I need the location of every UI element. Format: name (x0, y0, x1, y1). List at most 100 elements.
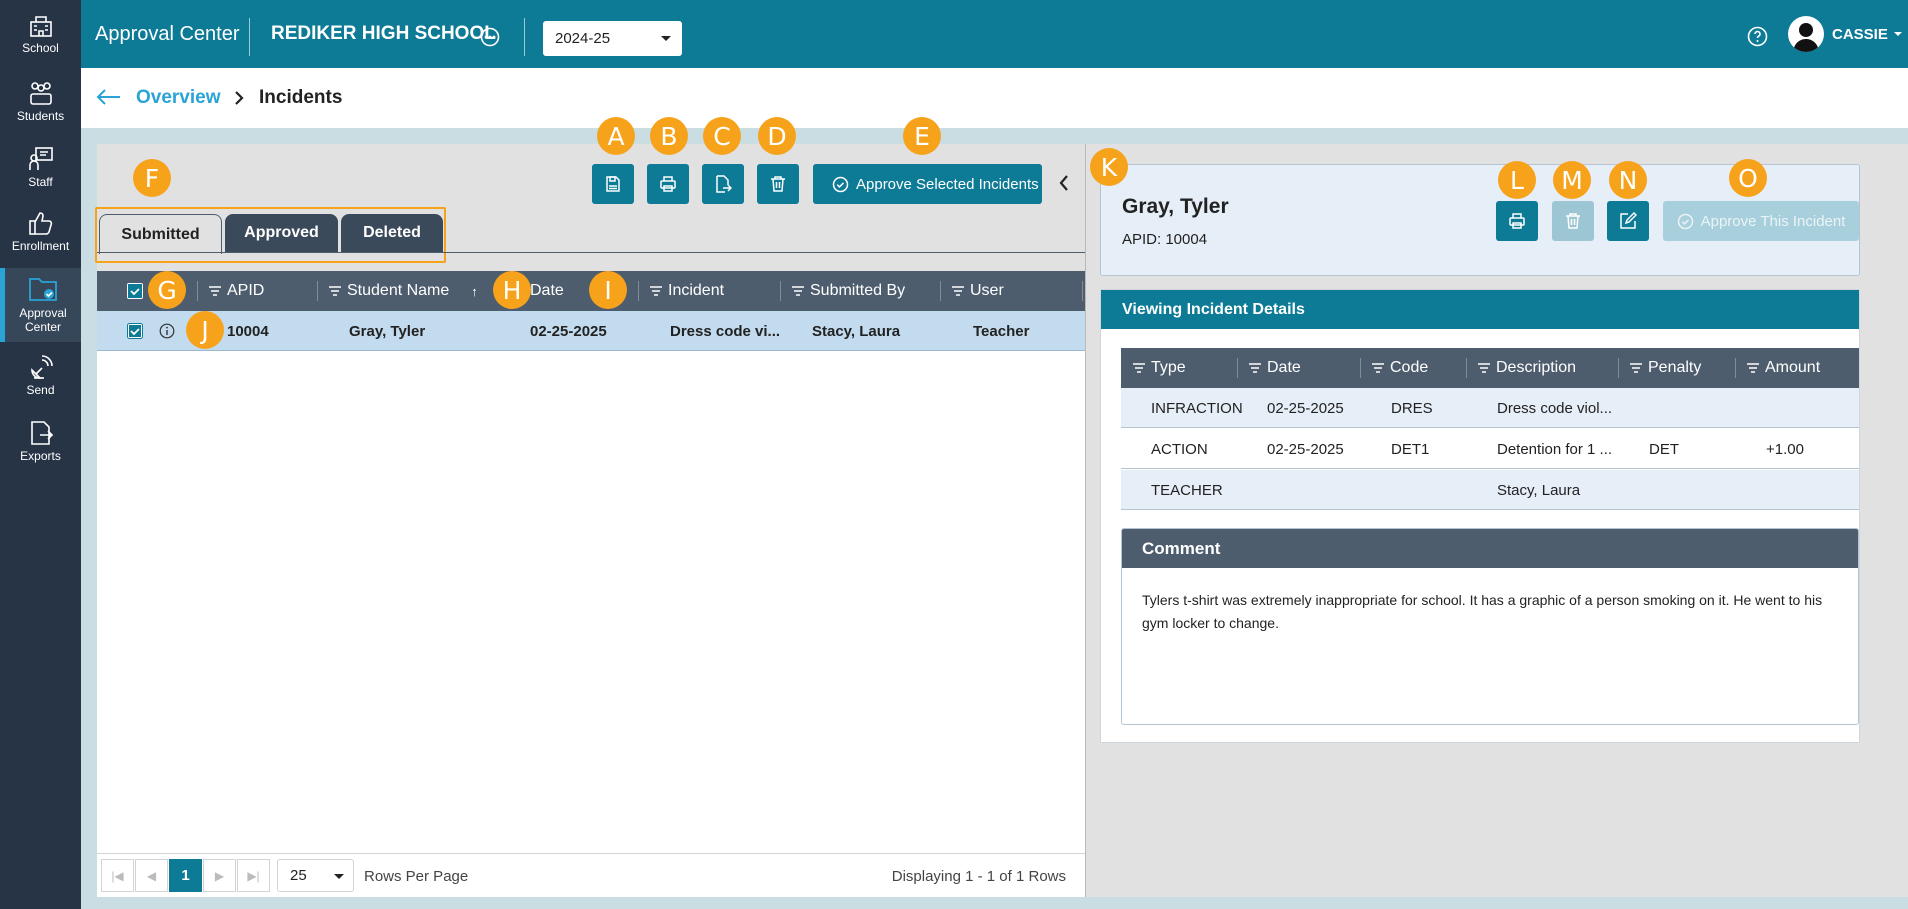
back-arrow-icon[interactable] (95, 88, 121, 106)
help-icon[interactable] (1747, 26, 1768, 47)
first-page-icon[interactable]: |◀ (101, 859, 134, 892)
display-count: Displaying 1 - 1 of 1 Rows (891, 867, 1066, 885)
column-submitted-by[interactable]: Submitted By (792, 271, 905, 311)
filter-icon (329, 286, 341, 296)
column-description[interactable]: Description (1478, 348, 1576, 388)
sidebar-item-exports[interactable]: Exports (0, 420, 81, 468)
info-icon[interactable] (159, 323, 175, 339)
row-checkbox[interactable] (127, 323, 143, 339)
column-label: Type (1151, 359, 1186, 376)
year-select[interactable]: 2024-25 (543, 21, 682, 56)
column-penalty[interactable]: Penalty (1630, 348, 1701, 388)
column-label: Penalty (1648, 359, 1702, 376)
cell-type: TEACHER (1151, 481, 1223, 499)
cell-code: DRES (1391, 399, 1433, 417)
folder-check-icon (29, 278, 57, 301)
tab-approved[interactable]: Approved (225, 214, 338, 252)
pagination-bar: |◀ ◀ 1 ▶ ▶| 25 Rows Per Page Displaying … (97, 853, 1085, 897)
filter-icon (1249, 363, 1261, 373)
breadcrumb-overview-link[interactable]: Overview (136, 68, 221, 128)
column-label: Description (1496, 359, 1577, 376)
column-incident[interactable]: Incident (650, 271, 724, 311)
annotation-badge-j: J (186, 311, 224, 349)
approve-selected-button[interactable]: Approve Selected Incidents (813, 164, 1042, 204)
tab-submitted[interactable]: Submitted (99, 214, 222, 254)
column-date[interactable]: Date (1249, 348, 1301, 388)
top-bar: Approval Center REDIKER HIGH SCHOOL 2024… (81, 0, 1908, 68)
column-student-name[interactable]: Student Name ↑ (329, 271, 478, 311)
user-menu[interactable]: CASSIE (1832, 0, 1903, 68)
filter-icon (1372, 363, 1384, 373)
more-options-icon[interactable] (480, 27, 500, 47)
column-apid[interactable]: APID (209, 271, 264, 311)
cell-user: Teacher (973, 322, 1030, 340)
avatar[interactable] (1788, 16, 1824, 52)
chevron-down-icon (333, 870, 345, 882)
annotation-badge-b: B (650, 117, 688, 155)
column-user[interactable]: User (952, 271, 1004, 311)
column-separator (1237, 358, 1238, 378)
rows-per-page-select[interactable]: 25 (277, 859, 354, 892)
column-amount[interactable]: Amount (1747, 348, 1820, 388)
details-row[interactable]: INFRACTION 02-25-2025 DRES Dress code vi… (1121, 388, 1859, 428)
collapse-panel-icon[interactable] (1058, 174, 1070, 192)
column-type[interactable]: Type (1133, 348, 1186, 388)
sidebar-item-enrollment[interactable]: Enrollment (0, 210, 81, 258)
select-all-checkbox[interactable] (127, 283, 143, 299)
sidebar-item-label: Enrollment (11, 239, 70, 253)
print-icon (1509, 213, 1525, 229)
column-code[interactable]: Code (1372, 348, 1428, 388)
print-button[interactable] (647, 164, 689, 204)
column-label: APID (227, 282, 265, 299)
details-row[interactable]: ACTION 02-25-2025 DET1 Detention for 1 .… (1121, 429, 1859, 469)
column-label: Date (530, 282, 564, 299)
save-button[interactable] (592, 164, 634, 204)
column-label: Incident (668, 282, 725, 299)
sidebar-item-school[interactable]: School (0, 14, 81, 62)
rows-per-page-label: Rows Per Page (364, 867, 469, 885)
annotation-badge-i: I (589, 271, 627, 309)
prev-page-icon[interactable]: ◀ (135, 859, 168, 892)
satellite-icon (30, 355, 53, 379)
column-date[interactable]: Date (530, 271, 564, 311)
app-title: Approval Center (95, 22, 240, 45)
approve-incident-label: Approve This Incident (1700, 212, 1846, 230)
sidebar-item-staff[interactable]: Staff (0, 146, 81, 194)
annotation-badge-c: C (703, 117, 741, 155)
cell-code: DET1 (1391, 440, 1430, 458)
print-incident-button[interactable] (1496, 201, 1538, 241)
edit-incident-button[interactable] (1607, 201, 1649, 241)
comment-title: Comment (1122, 529, 1858, 568)
approve-incident-button[interactable]: Approve This Incident (1663, 201, 1859, 241)
table-row[interactable]: 10004 Gray, Tyler 02-25-2025 Dress code … (97, 311, 1085, 351)
tab-deleted[interactable]: Deleted (341, 214, 443, 252)
export-button[interactable] (702, 164, 744, 204)
last-page-icon[interactable]: ▶| (237, 859, 270, 892)
sidebar-item-send[interactable]: Send (0, 354, 81, 402)
details-row[interactable]: TEACHER Stacy, Laura (1121, 470, 1859, 510)
page-number-button[interactable]: 1 (169, 859, 202, 892)
sort-ascending-icon: ↑ (471, 283, 478, 299)
cell-amount: +1.00 (1766, 440, 1804, 458)
breadcrumb-current: Incidents (259, 87, 343, 108)
cell-description: Detention for 1 ... (1497, 440, 1613, 458)
details-header-row: Type Date Code Description Penalty Amoun… (1121, 348, 1859, 388)
tabs-underline (97, 252, 1085, 253)
sidebar-item-students[interactable]: Students (0, 80, 81, 128)
delete-button[interactable] (757, 164, 799, 204)
annotation-badge-h: H (493, 271, 531, 309)
sidebar: School Students Staff Enrollment Approva… (0, 0, 81, 909)
students-icon (29, 82, 52, 105)
column-separator (638, 281, 639, 301)
next-page-icon[interactable]: ▶ (203, 859, 236, 892)
column-separator (317, 281, 318, 301)
filter-icon (1630, 363, 1642, 373)
sidebar-item-approval-center[interactable]: Approval Center (0, 268, 81, 342)
cell-type: INFRACTION (1151, 399, 1243, 417)
incident-details-card: Viewing Incident Details Type Date Code … (1100, 289, 1860, 743)
annotation-badge-e: E (903, 117, 941, 155)
cell-date: 02-25-2025 (530, 322, 607, 340)
delete-incident-button[interactable] (1552, 201, 1594, 241)
student-apid: APID: 10004 (1122, 231, 1208, 248)
check-circle-icon (832, 176, 849, 192)
